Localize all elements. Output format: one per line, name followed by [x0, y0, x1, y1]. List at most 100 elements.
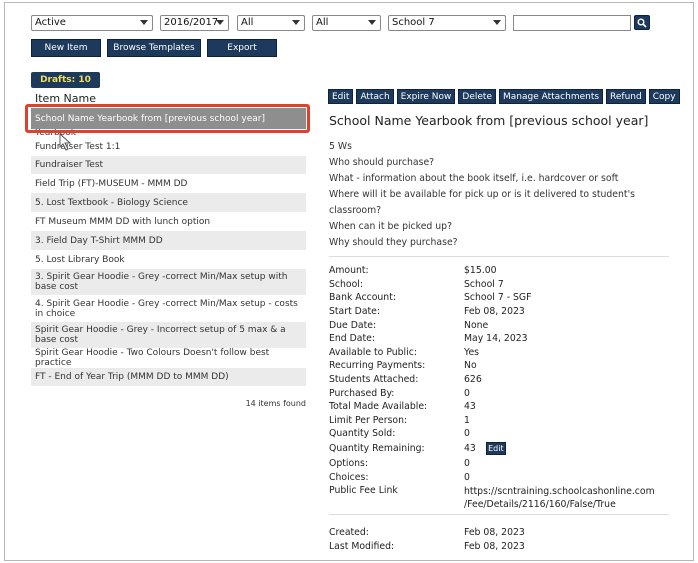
field-value: 43 [464, 401, 476, 413]
field-students-attached: Students Attached: 626 [329, 373, 689, 387]
status-select[interactable]: Active [31, 15, 153, 31]
quantity-remaining-edit-button[interactable]: Edit [485, 442, 506, 456]
drafts-button[interactable]: Drafts: 10 [31, 72, 100, 88]
field-quantity-sold: Quantity Sold: 0 [329, 427, 689, 441]
field-recurring-payments: Recurring Payments: No [329, 359, 689, 373]
list-item[interactable]: FT - End of Year Trip (MMM DD to MMM DD) [31, 368, 306, 386]
field-value: 0 [464, 471, 470, 483]
field-value: School 7 - SGF [464, 292, 532, 304]
search-input[interactable] [513, 15, 631, 31]
expire-now-button[interactable]: Expire Now [396, 89, 456, 104]
field-value: 43 [464, 443, 476, 455]
browse-templates-button[interactable]: Browse Templates [107, 39, 201, 57]
chevron-down-icon [140, 20, 148, 25]
description-line: When can it be picked up? [329, 221, 453, 232]
school-select-value: School 7 [392, 17, 435, 28]
list-item[interactable]: 4. Spirit Gear Hoodie - Grey -correct Mi… [31, 295, 306, 322]
description-line: Why should they purchase? [329, 237, 458, 248]
field-label: Public Fee Link [329, 484, 398, 496]
field-bank-account: Bank Account: School 7 - SGF [329, 291, 689, 305]
list-item[interactable]: 5. Lost Library Book [31, 250, 306, 269]
field-value: Feb 08, 2023 [464, 306, 525, 318]
copy-button[interactable]: Copy [648, 89, 680, 104]
field-label: School: [329, 278, 363, 290]
delete-button[interactable]: Delete [458, 89, 496, 104]
field-options: Options: 0 [329, 457, 689, 471]
year-select[interactable]: 2016/2017 [160, 15, 229, 31]
field-value: 0 [464, 458, 470, 470]
field-label: Students Attached: [329, 374, 419, 386]
new-item-button[interactable]: New Item [31, 39, 101, 57]
field-label: Created: [329, 527, 369, 539]
field-end-date: End Date: May 14, 2023 [329, 332, 689, 346]
item-detail-title: School Name Yearbook from [previous scho… [329, 113, 649, 128]
field-label: Available to Public: [329, 346, 417, 358]
year-select-value: 2016/2017 [164, 17, 219, 28]
field-label: Bank Account: [329, 292, 396, 304]
field-label: Start Date: [329, 306, 381, 318]
field-value: 1 [464, 414, 470, 426]
chevron-down-icon [493, 20, 501, 25]
item-meta: Created: Feb 08, 2023 Last Modified: Feb 0… [329, 526, 689, 553]
list-item[interactable]: 5. Lost Textbook - Biology Science [31, 193, 306, 212]
field-label: Options: [329, 458, 369, 470]
field-value-wrap: 43 Edit [464, 442, 689, 456]
manage-attachments-button[interactable]: Manage Attachments [498, 89, 604, 104]
public-fee-link[interactable]: https://scntraining.schoolcashonline.com… [464, 485, 689, 511]
divider [329, 256, 669, 257]
field-label: End Date: [329, 333, 375, 345]
filter-select-2[interactable]: All [312, 15, 381, 31]
description-line: classroom? [329, 205, 382, 216]
field-label: Choices: [329, 471, 369, 483]
list-item[interactable]: Spirit Gear Hoodie - Two Colours Doesn't… [31, 348, 306, 368]
field-public-fee-link: Public Fee Link https://scntraining.schoo… [329, 485, 689, 511]
field-value: No [464, 360, 477, 372]
field-created: Created: Feb 08, 2023 [329, 526, 689, 540]
chevron-down-icon [292, 20, 300, 25]
items-found-count: 14 items found [245, 399, 306, 408]
field-choices: Choices: 0 [329, 470, 689, 484]
field-amount: Amount: $15.00 [329, 264, 689, 278]
attach-button[interactable]: Attach [356, 89, 394, 104]
refund-button[interactable]: Refund [606, 89, 646, 104]
list-item[interactable]: 3. Spirit Gear Hoodie - Grey -correct Mi… [31, 269, 306, 295]
export-button[interactable]: Export [207, 39, 277, 57]
field-value: May 14, 2023 [464, 333, 528, 345]
field-label: Total Made Available: [329, 401, 428, 413]
public-fee-link-line: /Fee/Details/2116/160/False/True [464, 498, 616, 510]
field-value: Feb 08, 2023 [464, 540, 525, 552]
filter-select-1-value: All [241, 17, 254, 28]
field-value: 0 [464, 428, 470, 440]
field-label: Limit Per Person: [329, 414, 408, 426]
status-select-value: Active [35, 17, 66, 28]
field-start-date: Start Date: Feb 08, 2023 [329, 305, 689, 319]
list-item[interactable]: Fundraiser Test [31, 156, 306, 174]
field-available-to-public: Available to Public: Yes [329, 346, 689, 360]
list-item[interactable]: 3. Field Day T-Shirt MMM DD [31, 231, 306, 250]
list-item[interactable]: Spirit Gear Hoodie - Grey - Incorrect se… [31, 322, 306, 348]
description-line: 5 Ws [329, 141, 352, 152]
field-label: Recurring Payments: [329, 360, 426, 372]
field-last-modified: Last Modified: Feb 08, 2023 [329, 540, 689, 554]
filter-select-2-value: All [316, 17, 329, 28]
description-line: Where will it be available for pick up o… [329, 189, 635, 200]
field-label: Purchased By: [329, 387, 395, 399]
school-select[interactable]: School 7 [388, 15, 506, 31]
field-label: Quantity Sold: [329, 428, 396, 440]
field-value: Feb 08, 2023 [464, 527, 525, 539]
field-value: $15.00 [464, 265, 497, 277]
field-value: Yes [464, 346, 480, 358]
edit-button[interactable]: Edit [328, 89, 354, 104]
field-value: 626 [464, 374, 482, 386]
field-value: None [464, 319, 489, 331]
filter-select-1[interactable]: All [237, 15, 305, 31]
list-item[interactable]: Field Trip (FT)-MUSEUM - MMM DD [31, 174, 306, 193]
list-item[interactable]: FT Museum MMM DD with lunch option [31, 212, 306, 231]
search-icon [637, 18, 647, 28]
public-fee-link-line: https://scntraining.schoolcashonline.com [464, 485, 655, 497]
field-school: School: School 7 [329, 278, 689, 292]
search-button[interactable] [634, 15, 650, 30]
divider [329, 514, 669, 515]
field-purchased-by: Purchased By: 0 [329, 386, 689, 400]
selection-highlight [25, 104, 310, 133]
